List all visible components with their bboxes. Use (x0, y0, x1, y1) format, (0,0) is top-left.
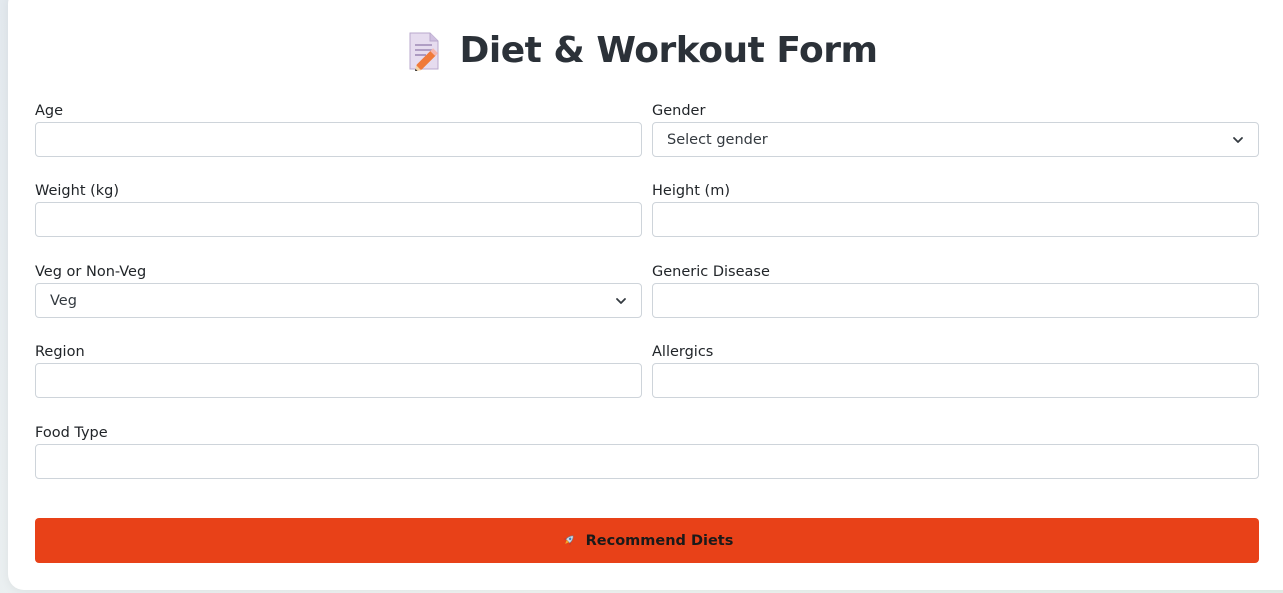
age-label: Age (35, 103, 64, 119)
region-label: Region (35, 344, 85, 360)
height-field-group: Height (m) (652, 183, 1259, 245)
memo-icon (409, 32, 439, 71)
gender-field-group: Gender Select gender (652, 103, 1259, 165)
food-type-label: Food Type (35, 425, 108, 441)
food-type-field-group: Food Type (35, 425, 1259, 487)
weight-field-group: Weight (kg) (35, 183, 642, 245)
veg-field-group: Veg or Non-Veg Veg (35, 264, 642, 326)
gender-label: Gender (652, 103, 706, 119)
disease-label: Generic Disease (652, 264, 770, 280)
height-label: Height (m) (652, 183, 730, 199)
veg-select-value: Veg (50, 292, 77, 309)
region-input[interactable] (35, 363, 642, 398)
food-type-input[interactable] (35, 444, 1259, 479)
recommend-diets-label: Recommend Diets (585, 532, 734, 549)
allergics-label: Allergics (652, 344, 714, 360)
disease-input[interactable] (652, 283, 1259, 318)
veg-label: Veg or Non-Veg (35, 264, 147, 280)
disease-field-group: Generic Disease (652, 264, 1259, 326)
page-title: Diet & Workout Form (459, 30, 878, 71)
chevron-down-icon (1233, 136, 1243, 143)
weight-input[interactable] (35, 202, 642, 237)
weight-label: Weight (kg) (35, 183, 120, 199)
chevron-down-icon (616, 297, 626, 304)
allergics-field-group: Allergics (652, 344, 1259, 406)
rocket-icon (563, 535, 574, 546)
region-field-group: Region (35, 344, 642, 406)
age-input[interactable] (35, 122, 642, 157)
allergics-input[interactable] (652, 363, 1259, 398)
age-field-group: Age (35, 103, 642, 165)
recommend-diets-button[interactable]: Recommend Diets (35, 518, 1259, 563)
gender-select-value: Select gender (667, 131, 768, 148)
form-header: Diet & Workout Form (0, 30, 1283, 71)
veg-select[interactable]: Veg (35, 283, 642, 318)
height-input[interactable] (652, 202, 1259, 237)
gender-select[interactable]: Select gender (652, 122, 1259, 157)
